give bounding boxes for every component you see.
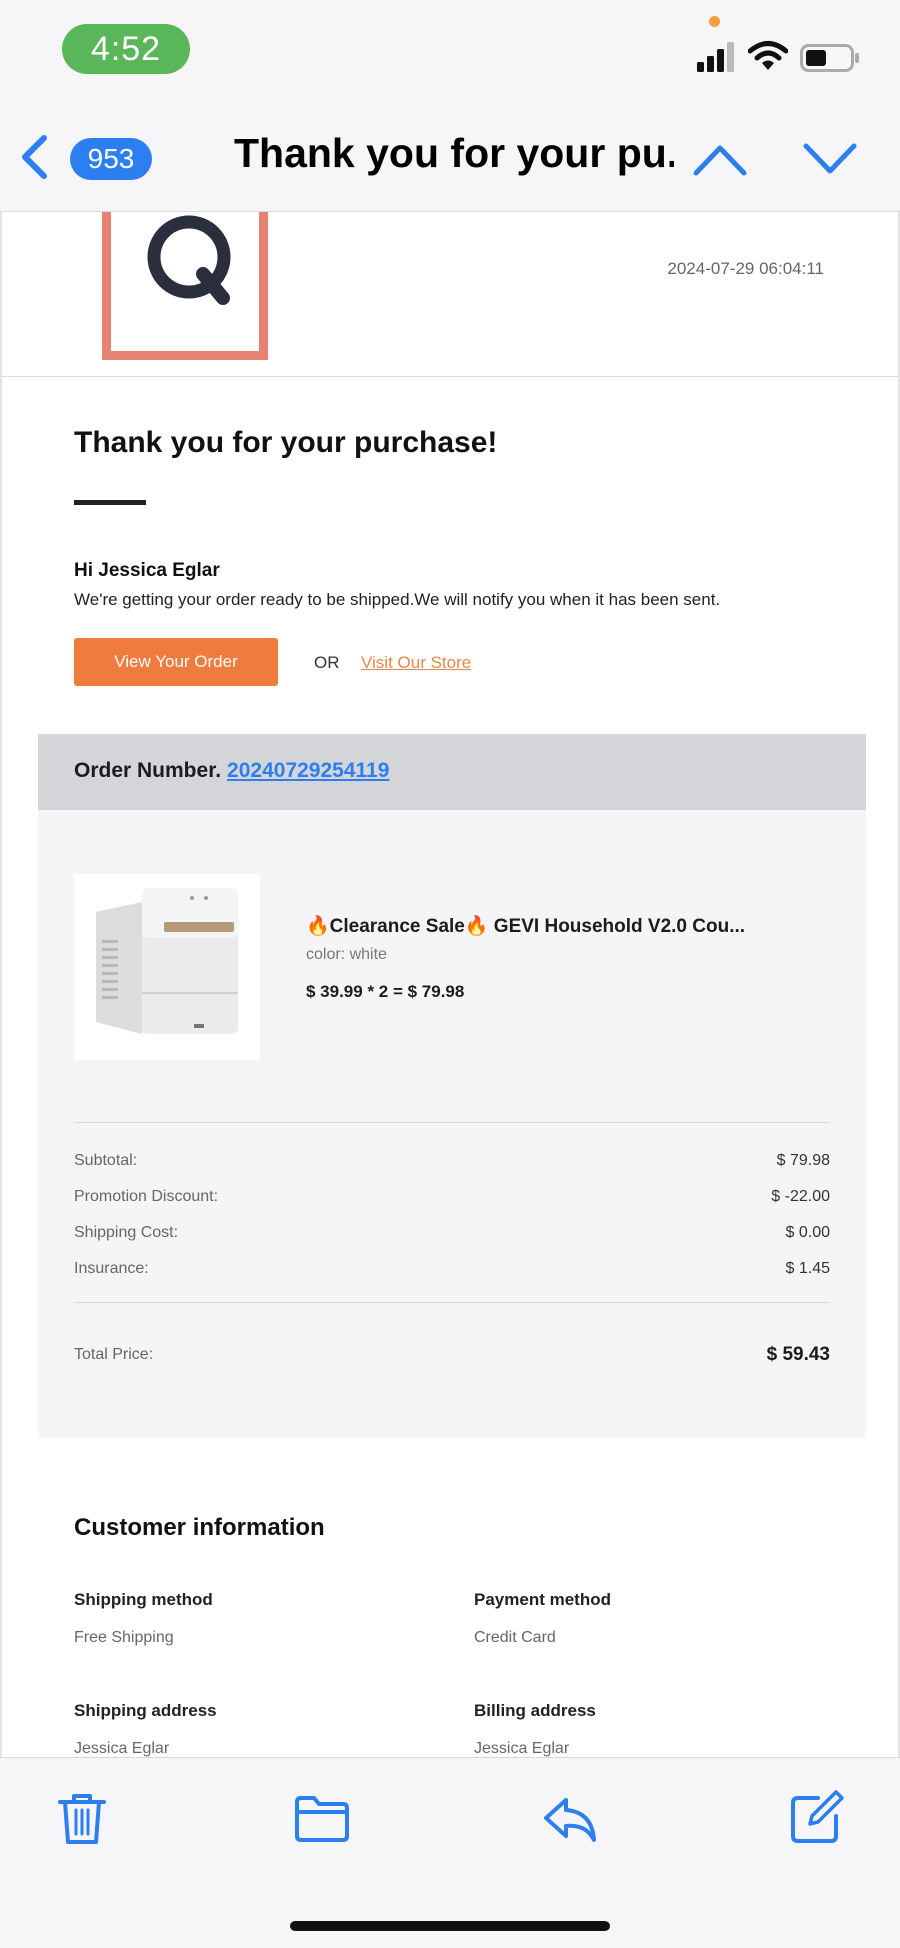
summary-value: $ 1.45 [785,1260,830,1277]
total-value: $ 59.43 [766,1344,830,1365]
reply-icon[interactable] [542,1790,598,1846]
summary-label: Insurance: [74,1260,149,1277]
summary-top-divider [74,1122,830,1123]
customer-info-heading: Customer information [74,1514,325,1541]
q-logo-icon [147,215,231,305]
wifi-icon [748,41,788,70]
email-date: 2024-07-29 06:04:11 [667,259,824,278]
shipping-address-value: Jessica Eglar [74,1740,170,1757]
order-number-link[interactable]: 20240729254119 [227,759,389,782]
summary-row-subtotal: Subtotal: $ 79.98 [74,1152,830,1170]
status-time: 4:52 [62,24,190,74]
product-name[interactable]: 🔥Clearance Sale🔥 GEVI Household V2.0 Cou… [306,914,806,938]
status-bar: 4:52 [0,0,900,100]
summary-row-promotion: Promotion Discount: $ -22.00 [74,1188,830,1206]
unread-count-badge[interactable]: 953 [70,138,152,180]
billing-address-label: Billing address [474,1701,596,1720]
privacy-indicator [709,16,720,27]
payment-method-label: Payment method [474,1590,611,1609]
summary-row-insurance: Insurance: $ 1.45 [74,1260,830,1278]
total-label: Total Price: [74,1346,154,1363]
order-number-bar: Order Number. 20240729254119 [38,734,866,810]
shipping-method-value: Free Shipping [74,1629,174,1646]
order-number-row: Order Number. 20240729254119 [74,759,389,783]
previous-message-chevron-icon[interactable] [692,140,748,178]
billing-address-value: Jessica Eglar [474,1740,570,1757]
order-number-label: Order Number. [74,759,222,782]
summary-row-shipping: Shipping Cost: $ 0.00 [74,1224,830,1242]
heading-underline [74,500,146,505]
next-message-chevron-icon[interactable] [802,140,858,178]
visit-store-link[interactable]: Visit Our Store [361,653,471,673]
folder-icon[interactable] [294,1790,350,1846]
payment-method-value: Credit Card [474,1629,556,1646]
battery-icon [800,44,859,72]
back-chevron-icon[interactable] [18,134,50,180]
summary-value: $ 79.98 [776,1152,830,1169]
view-order-button[interactable]: View Your Order [74,638,278,686]
shipping-address-label: Shipping address [74,1701,217,1720]
mail-toolbar [0,1757,900,1948]
product-price-line: $ 39.99 * 2 = $ 79.98 [306,982,465,1001]
thanks-heading: Thank you for your purchase! [74,426,498,459]
summary-label: Shipping Cost: [74,1224,179,1241]
product-color: color: white [306,946,387,963]
ice-maker-image-icon [96,888,238,1034]
summary-label: Subtotal: [74,1152,138,1169]
summary-value: $ 0.00 [785,1224,830,1241]
or-separator: OR [314,653,340,672]
order-message: We're getting your order ready to be shi… [74,590,721,609]
email-subject-title: Thank you for your pu... [234,130,674,176]
cellular-signal-icon [697,42,734,72]
trash-icon[interactable] [54,1790,110,1846]
total-row: Total Price: $ 59.43 [74,1344,830,1366]
summary-bottom-divider [74,1302,830,1303]
shipping-method-label: Shipping method [74,1590,213,1609]
compose-icon[interactable] [788,1790,844,1846]
mail-nav-bar: 953 Thank you for your pu... [0,100,900,212]
summary-label: Promotion Discount: [74,1188,219,1205]
brand-logo [102,212,268,360]
product-image[interactable] [74,874,260,1060]
home-indicator[interactable] [290,1921,610,1931]
greeting-text: Hi Jessica Eglar [74,560,220,581]
email-body: 2024-07-29 06:04:11 Thank you for your p… [0,212,900,1757]
summary-value: $ -22.00 [771,1188,830,1205]
divider [2,376,898,377]
